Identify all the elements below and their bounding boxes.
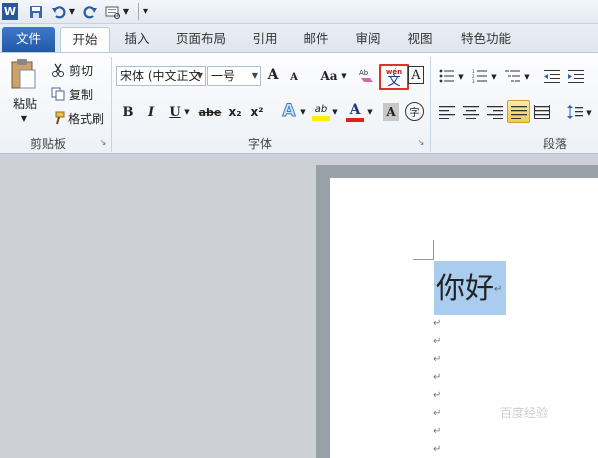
tab-features[interactable]: 特色功能 (453, 27, 519, 52)
multilevel-list-icon[interactable] (504, 67, 522, 85)
ribbon: 粘贴 ▼ 剪切 复制 格式刷 剪贴板 ↘ 宋体 (中文正文 ▼ 一号 ▼ A A A… (0, 52, 598, 154)
bullets-dropdown-icon[interactable]: ▼ (457, 68, 465, 86)
tab-page-layout[interactable]: 页面布局 (167, 27, 235, 52)
font-name-select[interactable]: 宋体 (中文正文 ▼ (116, 66, 206, 86)
numbering-icon[interactable]: 123 (471, 67, 489, 85)
increase-indent-icon[interactable] (567, 67, 585, 85)
decrease-indent-icon[interactable] (543, 67, 561, 85)
highlight-color-bar (312, 115, 330, 121)
word-logo-icon[interactable]: W (2, 3, 18, 20)
clipboard-launcher-icon[interactable]: ↘ (98, 137, 108, 147)
change-case-button[interactable]: Aa (318, 66, 340, 86)
tab-view[interactable]: 视图 (400, 27, 440, 52)
highlight-label: ab (314, 103, 328, 115)
undo-dropdown-icon[interactable]: ▼ (68, 3, 76, 20)
document-text[interactable]: 你好 (436, 271, 494, 305)
margin-corner-mark (413, 259, 433, 260)
scissors-icon (50, 62, 66, 78)
distributed-icon[interactable] (533, 103, 551, 121)
document-page[interactable] (330, 178, 598, 458)
character-border-button[interactable]: A (408, 66, 424, 84)
margin-corner-mark (433, 240, 434, 260)
italic-button[interactable]: I (144, 102, 158, 122)
paragraph-mark: ↵ (433, 390, 442, 401)
clipboard-group-label: 剪贴板 (29, 137, 66, 151)
tab-mailings[interactable]: 邮件 (296, 27, 336, 52)
phonetic-char: 文 (387, 74, 401, 89)
font-color-dropdown-icon[interactable]: ▼ (366, 103, 374, 121)
paste-icon[interactable] (8, 57, 38, 91)
customize-qat-icon[interactable]: ▾ (138, 3, 150, 20)
format-painter-button[interactable]: 格式刷 (66, 110, 106, 126)
align-center-icon[interactable] (462, 103, 480, 121)
font-color-bar (346, 118, 364, 122)
align-right-icon[interactable] (486, 103, 504, 121)
text-effects-dropdown-icon[interactable]: ▼ (299, 103, 307, 121)
font-color-button[interactable]: A (345, 100, 365, 124)
tab-references[interactable]: 引用 (245, 27, 285, 52)
print-dropdown-icon[interactable]: ▼ (122, 3, 130, 20)
numbering-dropdown-icon[interactable]: ▼ (490, 68, 498, 86)
tab-home[interactable]: 开始 (60, 27, 110, 52)
group-separator (111, 57, 112, 152)
copy-icon (50, 86, 66, 102)
undo-icon[interactable] (51, 3, 67, 20)
paragraph-mark: ↵ (433, 318, 442, 329)
superscript-button[interactable]: x² (248, 102, 266, 122)
paragraph-mark: ↵ (433, 372, 442, 383)
save-icon[interactable] (28, 3, 44, 20)
font-group-label: 字体 (247, 137, 272, 151)
paragraph-mark: ↵ (433, 336, 442, 347)
ribbon-tabs: 文件 开始 插入 页面布局 引用 邮件 审阅 视图 特色功能 (0, 24, 598, 52)
subscript-button[interactable]: x₂ (226, 102, 244, 122)
font-color-label: A (349, 102, 361, 118)
font-size-select[interactable]: 一号 ▼ (207, 66, 261, 86)
character-shading-button[interactable]: A (383, 103, 399, 121)
cut-button[interactable]: 剪切 (66, 62, 96, 78)
highlight-button[interactable]: ab (311, 100, 331, 124)
enclose-characters-button[interactable]: 字 (405, 102, 424, 121)
group-separator (430, 57, 431, 152)
paragraph-group-label: 段落 (542, 137, 567, 151)
bullets-icon[interactable] (438, 67, 456, 85)
paragraph-mark: ↵ (433, 354, 442, 365)
format-painter-icon (50, 110, 66, 126)
tab-review[interactable]: 审阅 (348, 27, 388, 52)
phonetic-guide-button[interactable]: wén 文 (379, 64, 409, 90)
tab-insert[interactable]: 插入 (115, 27, 159, 52)
svg-text:3: 3 (472, 79, 475, 83)
line-spacing-icon[interactable] (566, 103, 584, 121)
paragraph-mark: ↵ (494, 284, 503, 295)
quick-access-toolbar: W ▼ ▼ ▾ (0, 0, 598, 24)
tab-file[interactable]: 文件 (2, 27, 55, 52)
redo-icon[interactable] (82, 3, 98, 20)
paste-dropdown-icon[interactable]: ▼ (18, 113, 30, 123)
paragraph-mark: ↵ (433, 408, 442, 419)
paste-button[interactable]: 粘贴 (10, 95, 40, 111)
bold-button[interactable]: B (120, 102, 136, 122)
highlight-dropdown-icon[interactable]: ▼ (331, 103, 339, 121)
underline-dropdown-icon[interactable]: ▼ (183, 103, 191, 121)
svg-text:Ab: Ab (359, 69, 369, 77)
multilevel-dropdown-icon[interactable]: ▼ (523, 68, 531, 86)
line-spacing-dropdown-icon[interactable]: ▼ (585, 104, 593, 122)
underline-button[interactable]: U (168, 102, 182, 122)
strikethrough-button[interactable]: abe (199, 102, 222, 122)
change-case-dropdown-icon[interactable]: ▼ (340, 67, 348, 85)
text-effects-button[interactable]: A (280, 100, 298, 122)
selected-text[interactable]: 你好↵ (436, 268, 502, 310)
grow-font-button[interactable]: A (266, 65, 280, 85)
copy-button[interactable]: 复制 (66, 86, 96, 102)
paragraph-mark: ↵ (433, 444, 442, 455)
font-launcher-icon[interactable]: ↘ (416, 137, 426, 147)
justify-icon[interactable] (507, 100, 530, 123)
print-preview-icon[interactable] (104, 3, 122, 20)
watermark: 百度经验 (500, 406, 549, 420)
align-left-icon[interactable] (438, 103, 456, 121)
clear-format-icon[interactable]: Ab (358, 65, 376, 85)
shrink-font-button[interactable]: A (288, 68, 300, 86)
paragraph-mark: ↵ (433, 426, 442, 437)
